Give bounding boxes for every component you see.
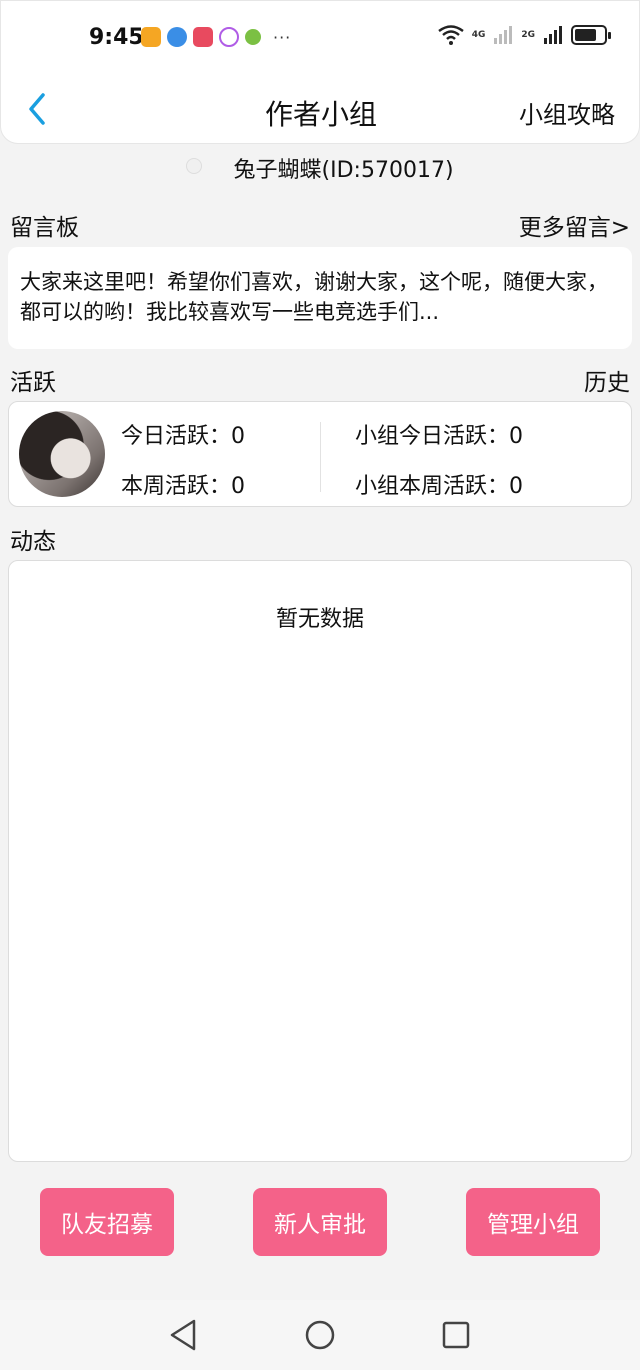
feed-card[interactable]: 暂无数据 <box>8 560 632 1162</box>
group-today-active-value: 0 <box>509 424 524 449</box>
top-header-card: 9:45 ··· 4G 2G 作者小组 小组攻略 <box>0 0 640 144</box>
battery-level <box>575 29 596 41</box>
week-active-value: 0 <box>231 474 246 499</box>
today-active: 今日活跃：0 <box>121 418 245 450</box>
group-guide-link[interactable]: 小组攻略 <box>519 95 615 130</box>
more-messages-link[interactable]: 更多留言> <box>519 208 630 242</box>
app-header: 作者小组 小组攻略 <box>1 75 640 145</box>
nav-back-icon[interactable] <box>168 1318 198 1352</box>
network-type-2: 2G <box>521 30 535 40</box>
system-status: 4G 2G <box>437 25 611 45</box>
status-time: 9:45 <box>89 25 144 50</box>
book-app-icon <box>193 27 213 47</box>
system-nav-bar <box>0 1300 640 1370</box>
network-type-1: 4G <box>471 30 486 40</box>
owner-row: 兔子蝴蝶(ID:570017) <box>0 152 640 192</box>
status-bar: 9:45 ··· 4G 2G <box>1 1 640 75</box>
active-title: 活跃 <box>10 370 56 396</box>
board-message: 大家来这里吧！希望你们喜欢，谢谢大家，这个呢，随便大家，都可以的哟！我比较喜欢写… <box>20 270 608 324</box>
message-board-card[interactable]: 大家来这里吧！希望你们喜欢，谢谢大家，这个呢，随便大家，都可以的哟！我比较喜欢写… <box>8 247 632 349</box>
board-title: 留言板 <box>10 215 79 241</box>
group-week-active: 小组本周活跃：0 <box>355 468 523 500</box>
recruit-teammates-button[interactable]: 队友招募 <box>40 1188 174 1256</box>
week-active: 本周活跃：0 <box>121 468 245 500</box>
wifi-icon <box>437 25 464 45</box>
signal-icon <box>544 26 562 44</box>
nav-recents-icon[interactable] <box>441 1318 471 1352</box>
divider <box>320 422 321 492</box>
owner-avatar <box>186 158 203 174</box>
group-week-active-label: 小组本周活跃： <box>355 474 510 499</box>
week-active-label: 本周活跃： <box>121 474 232 499</box>
group-today-active: 小组今日活跃：0 <box>355 418 523 450</box>
feed-title: 动态 <box>10 529 56 555</box>
music-app-icon <box>219 27 239 47</box>
bird-app-icon <box>245 29 261 45</box>
nav-home-icon[interactable] <box>304 1318 336 1352</box>
browser-app-icon <box>167 27 187 47</box>
manage-group-button[interactable]: 管理小组 <box>466 1188 600 1256</box>
approve-newcomers-button[interactable]: 新人审批 <box>253 1188 387 1256</box>
more-notifications-icon: ··· <box>273 27 292 47</box>
today-active-label: 今日活跃： <box>121 424 232 449</box>
avatar[interactable] <box>19 411 105 497</box>
owner-name[interactable]: 兔子蝴蝶(ID:570017) <box>234 158 454 183</box>
empty-state-text: 暂无数据 <box>275 607 364 632</box>
tasks-app-icon <box>141 27 161 47</box>
signal-icon <box>494 26 513 44</box>
activity-card: 今日活跃：0 本周活跃：0 小组今日活跃：0 小组本周活跃：0 <box>8 401 632 507</box>
group-week-active-value: 0 <box>509 474 524 499</box>
battery-icon <box>571 25 611 45</box>
group-today-active-label: 小组今日活跃： <box>355 424 510 449</box>
notification-icons: ··· <box>141 27 291 47</box>
history-link[interactable]: 历史 <box>584 363 630 397</box>
today-active-value: 0 <box>231 424 246 449</box>
